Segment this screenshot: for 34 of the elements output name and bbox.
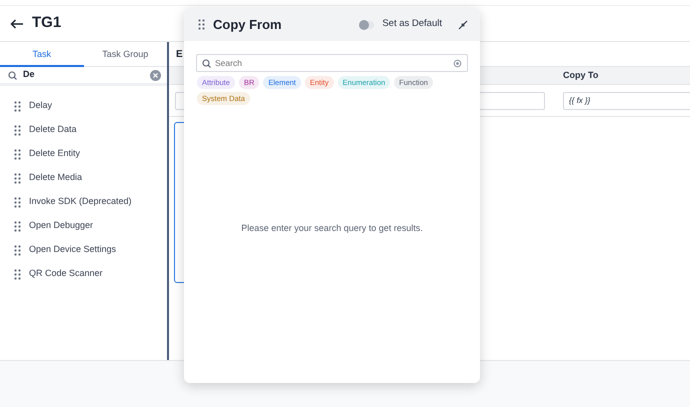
drag-handle-icon (14, 244, 21, 256)
task-item[interactable]: Open Device Settings (0, 238, 167, 262)
drag-handle-icon (14, 172, 21, 184)
page-title: TG1 (32, 13, 62, 34)
drag-handle-icon (14, 124, 21, 136)
task-item[interactable]: Delete Data (0, 118, 167, 142)
dialog-title: Copy From (213, 16, 283, 34)
tab[interactable]: Task Group (84, 42, 167, 67)
tab[interactable]: Task (0, 42, 84, 67)
search-field[interactable]: Search (196, 54, 468, 72)
task-item[interactable]: QR Code Scanner (0, 262, 167, 286)
task-item[interactable]: Invoke SDK (Deprecated) (0, 190, 167, 214)
empty-message: Please enter your search query to get results. (241, 222, 423, 236)
input-field[interactable]: {{ fx }} (563, 92, 690, 110)
drag-handle-icon[interactable] (198, 19, 205, 30)
toggle-label: Set as Default (382, 17, 442, 32)
drag-handle-icon (14, 196, 21, 208)
search-icon (202, 58, 211, 68)
back-arrow-icon[interactable] (10, 18, 24, 28)
search-icon (8, 70, 17, 80)
toggle-switch[interactable] (360, 20, 374, 28)
task-item[interactable]: Delete Media (0, 166, 167, 190)
drag-handle-icon (14, 100, 21, 112)
task-item[interactable]: Delete Entity (0, 142, 167, 166)
tab[interactable]: E (176, 42, 183, 67)
drag-handle-icon (14, 268, 21, 280)
clear-icon[interactable] (150, 70, 161, 80)
task-item[interactable]: Open Debugger (0, 214, 167, 238)
column-header: Copy To (563, 68, 598, 82)
search-field[interactable]: De (23, 68, 144, 82)
drag-handle-icon (14, 148, 21, 160)
drag-handle-icon (14, 220, 21, 232)
task-item[interactable]: Delay (0, 94, 167, 118)
locate-icon[interactable] (453, 58, 462, 68)
